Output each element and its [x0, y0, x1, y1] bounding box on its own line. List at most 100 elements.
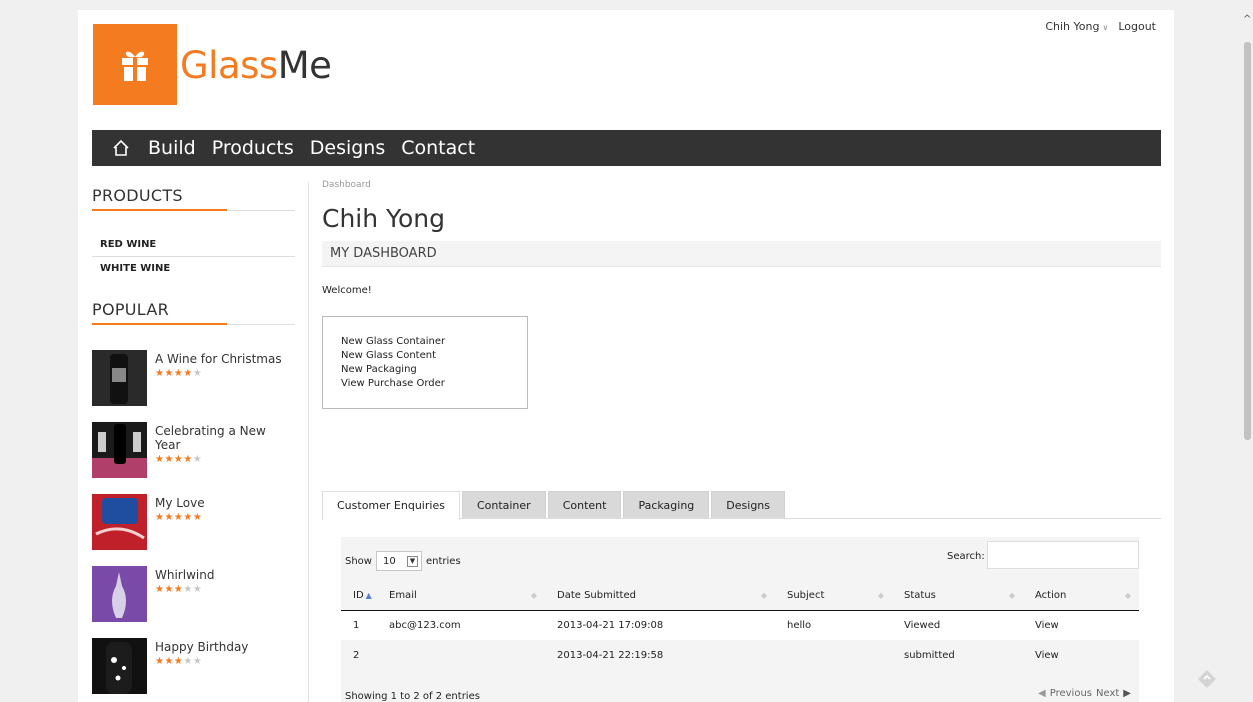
- rating-stars: ★★★★★: [155, 656, 203, 667]
- sort-icon: ◆: [877, 591, 884, 600]
- cell-id: 1: [353, 619, 360, 631]
- sort-icon: ◆: [1008, 591, 1015, 600]
- pagination: ◀ Previous Next ▶: [1038, 688, 1131, 699]
- popular-item[interactable]: Happy Birthday ★★★★★: [92, 638, 295, 694]
- page-title: Chih Yong: [322, 204, 445, 233]
- vertical-scrollbar[interactable]: ^: [1242, 10, 1253, 702]
- sidebar-item-white-wine[interactable]: WHITE WINE: [92, 257, 295, 280]
- search-label: Search:: [947, 551, 985, 562]
- tab-designs[interactable]: Designs: [711, 491, 786, 518]
- product-thumbnail[interactable]: [92, 494, 147, 550]
- sort-icon: ◆: [760, 591, 767, 600]
- view-link[interactable]: View: [1023, 640, 1139, 670]
- sidebar: PRODUCTS RED WINE WHITE WINE POPULAR A W…: [92, 186, 295, 702]
- search-input[interactable]: [987, 541, 1139, 569]
- scrollbar-thumb[interactable]: [1244, 42, 1251, 440]
- tab-content[interactable]: Content: [547, 491, 622, 518]
- product-thumbnail[interactable]: [92, 422, 147, 478]
- products-heading: PRODUCTS: [92, 186, 295, 211]
- home-icon[interactable]: [102, 130, 140, 166]
- vertical-divider: [308, 182, 309, 702]
- popular-item-title[interactable]: Celebrating a New Year: [155, 424, 295, 452]
- table-row: 1 abc@123.com 2013-04-21 17:09:08 hello …: [341, 610, 1139, 640]
- nav-designs[interactable]: Designs: [302, 130, 394, 166]
- popular-item-title[interactable]: My Love: [155, 496, 205, 510]
- main-navbar: Build Products Designs Contact: [92, 130, 1161, 166]
- cell-status: submitted: [904, 649, 955, 661]
- nav-products[interactable]: Products: [204, 130, 302, 166]
- brand-part-me: Me: [277, 44, 332, 87]
- column-header-status[interactable]: Status ◆: [892, 582, 1023, 610]
- section-header: MY DASHBOARD: [322, 241, 1161, 267]
- popular-item-title[interactable]: Happy Birthday: [155, 640, 248, 654]
- tab-bar: Customer Enquiries Container Content Pac…: [322, 491, 1161, 520]
- entries-value: 10: [382, 555, 396, 567]
- tab-container[interactable]: Container: [461, 491, 546, 518]
- column-header-date[interactable]: Date Submitted ◆: [545, 582, 775, 610]
- nav-build[interactable]: Build: [140, 130, 204, 166]
- popular-item[interactable]: Celebrating a New Year ★★★★★: [92, 422, 295, 478]
- sidebar-item-red-wine[interactable]: RED WINE: [92, 233, 295, 257]
- popular-item[interactable]: Whirlwind ★★★★★: [92, 566, 295, 622]
- quick-links-box: New Glass Container New Glass Content Ne…: [322, 316, 528, 409]
- page: GlassMe Chih Yong ∨ Logout Build Products…: [78, 10, 1174, 702]
- sort-asc-icon: ▲: [365, 591, 372, 601]
- scroll-up-icon[interactable]: ^: [1243, 14, 1251, 25]
- popular-item-title[interactable]: Whirlwind: [155, 568, 214, 582]
- show-label: Show: [345, 555, 372, 567]
- rating-stars: ★★★★★: [155, 512, 203, 523]
- user-name: Chih Yong: [1045, 20, 1100, 33]
- next-button[interactable]: Next: [1096, 688, 1119, 699]
- popular-item[interactable]: My Love ★★★★★: [92, 494, 295, 550]
- cell-subject: hello: [787, 619, 812, 631]
- column-header-action[interactable]: Action ◆: [1023, 582, 1139, 610]
- new-glass-content-link[interactable]: New Glass Content: [341, 349, 527, 363]
- cell-subject: [775, 640, 892, 670]
- product-thumbnail[interactable]: [92, 350, 147, 406]
- chevron-down-icon: ▼: [406, 555, 418, 567]
- product-thumbnail[interactable]: [92, 566, 147, 622]
- column-header-subject[interactable]: Subject ◆: [775, 582, 892, 610]
- rating-stars: ★★★★★: [155, 584, 203, 595]
- view-link[interactable]: View: [1023, 610, 1139, 640]
- previous-arrow-icon: ◀: [1038, 688, 1046, 699]
- nav-contact[interactable]: Contact: [393, 130, 483, 166]
- user-menu: Chih Yong ∨ Logout: [1045, 20, 1156, 33]
- table-info: Showing 1 to 2 of 2 entries: [345, 691, 480, 702]
- tab-packaging[interactable]: Packaging: [623, 491, 710, 518]
- new-glass-container-link[interactable]: New Glass Container: [341, 335, 527, 349]
- previous-button[interactable]: Previous: [1050, 688, 1092, 699]
- next-arrow-icon: ▶: [1123, 688, 1131, 699]
- sort-icon: ◆: [1124, 591, 1131, 600]
- brand-logo[interactable]: GlassMe: [180, 44, 332, 87]
- new-packaging-link[interactable]: New Packaging: [341, 363, 527, 377]
- tab-customer-enquiries[interactable]: Customer Enquiries: [322, 491, 460, 520]
- logo-gift-icon[interactable]: [93, 24, 177, 105]
- sort-icon: ◆: [530, 591, 537, 600]
- cell-date: 2013-04-21 17:09:08: [557, 619, 664, 631]
- logout-link[interactable]: Logout: [1118, 20, 1156, 33]
- chevron-down-icon: ∨: [1102, 23, 1109, 32]
- product-thumbnail[interactable]: [92, 638, 147, 694]
- entries-select[interactable]: 10 ▼: [375, 551, 422, 571]
- cell-date: 2013-04-21 22:19:58: [557, 649, 664, 661]
- welcome-text: Welcome!: [322, 285, 372, 296]
- entries-label: entries: [425, 555, 461, 567]
- popular-item-title[interactable]: A Wine for Christmas: [155, 352, 282, 366]
- user-dropdown[interactable]: Chih Yong ∨: [1045, 20, 1108, 33]
- column-header-id[interactable]: ID ▲: [341, 582, 377, 610]
- cell-status: Viewed: [904, 619, 941, 631]
- cell-email: abc@123.com: [389, 619, 461, 631]
- cell-id: 2: [353, 649, 360, 661]
- view-purchase-order-link[interactable]: View Purchase Order: [341, 377, 527, 391]
- enquiries-table: ID ▲ Email ◆ Date Submitted ◆ Subject ◆ Stat…: [341, 582, 1139, 670]
- breadcrumb[interactable]: Dashboard: [322, 180, 1161, 190]
- popular-item[interactable]: A Wine for Christmas ★★★★★: [92, 350, 295, 406]
- popular-heading: POPULAR: [92, 300, 295, 325]
- table-row: 2 2013-04-21 22:19:58 submitted View: [341, 640, 1139, 670]
- brand-part-glass: Glass: [180, 44, 278, 87]
- column-header-email[interactable]: Email ◆: [377, 582, 545, 610]
- enquiries-panel: Show 10 ▼ entries Search: ID ▲ Email ◆ Dat…: [341, 537, 1139, 702]
- feedback-icon[interactable]: [1197, 669, 1217, 689]
- rating-stars: ★★★★★: [155, 454, 203, 465]
